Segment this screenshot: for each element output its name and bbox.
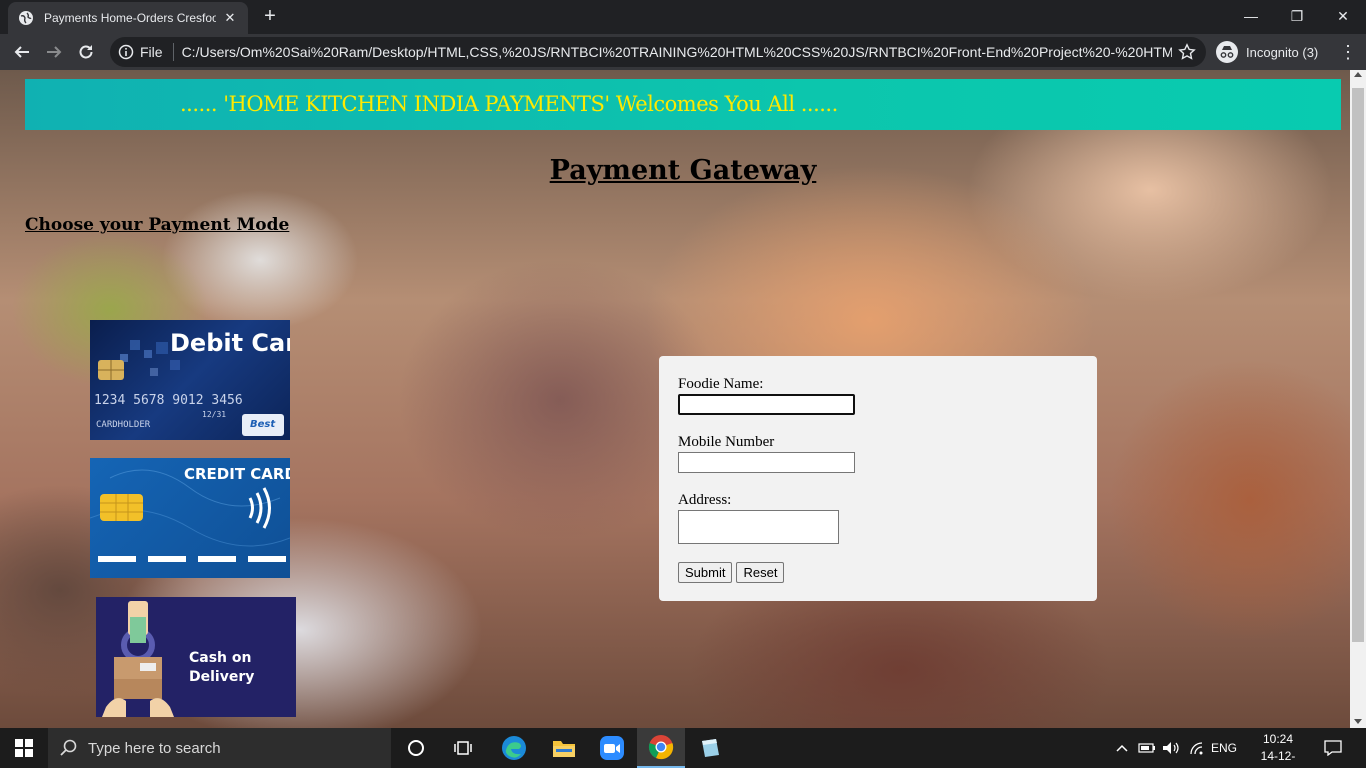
credit-card-title: CREDIT CARD (184, 465, 290, 483)
address-separator (172, 43, 174, 61)
debit-card-holder: CARDHOLDER (96, 420, 151, 430)
browser-tab[interactable]: Payments Home-Orders Cresfood ✕ (8, 2, 248, 34)
zoom-icon (600, 736, 624, 760)
edge-taskbar-button[interactable] (490, 728, 538, 768)
cod-line1: Cash on (189, 650, 251, 666)
incognito-indicator[interactable]: Incognito (3) (1216, 39, 1319, 65)
cash-on-delivery-option[interactable]: Cash on Delivery (96, 597, 296, 717)
forward-arrow-icon (47, 46, 62, 58)
close-window-button[interactable]: ✕ (1320, 0, 1366, 32)
zoom-taskbar-button[interactable] (588, 728, 636, 768)
cortana-circle-icon (408, 740, 424, 756)
battery-icon[interactable] (1136, 728, 1158, 768)
page-title: Payment Gateway (549, 155, 817, 186)
reload-icon (79, 45, 93, 59)
windows-taskbar: Type here to search ENG 10:24 14-12- (0, 728, 1366, 768)
address-textarea[interactable] (678, 510, 839, 544)
debit-card-expiry: 12/31 (202, 410, 226, 419)
tray-overflow-icon[interactable] (1112, 728, 1132, 768)
banner-text: ...... 'HOME KITCHEN INDIA PAYMENTS' Wel… (180, 92, 838, 116)
new-tab-button[interactable]: + (258, 4, 282, 28)
task-view-button[interactable] (440, 728, 488, 768)
tab-title: Payments Home-Orders Cresfood (44, 11, 216, 25)
field-spacer (678, 473, 1078, 492)
volume-icon[interactable] (1160, 728, 1182, 768)
chrome-icon (648, 735, 674, 760)
notebook-app-icon (702, 739, 719, 757)
page-scrollbar[interactable] (1350, 70, 1366, 728)
taskbar-clock[interactable]: 10:24 14-12-2020 (1255, 731, 1301, 768)
taskbar-search[interactable]: Type here to search (48, 728, 391, 768)
browser-tab-strip: Payments Home-Orders Cresfood ✕ + — ❐ ✕ (0, 0, 1366, 34)
credit-card-option[interactable]: CREDIT CARD (90, 458, 290, 578)
debit-card-badge: Best (250, 419, 276, 430)
address-label: Address: (678, 492, 732, 508)
start-button[interactable] (0, 728, 48, 768)
folder-icon (553, 741, 575, 757)
mobile-number-input[interactable] (678, 452, 855, 473)
file-explorer-taskbar-button[interactable] (540, 728, 588, 768)
address-url[interactable]: C:/Users/Om%20Sai%20Ram/Desktop/HTML,CSS… (182, 44, 1172, 60)
scroll-thumb[interactable] (1352, 88, 1364, 642)
clock-time: 10:24 (1262, 732, 1294, 746)
maximize-button[interactable]: ❐ (1274, 0, 1320, 32)
wifi-icon[interactable] (1186, 728, 1208, 768)
app-taskbar-button[interactable] (686, 728, 734, 768)
info-icon[interactable] (118, 44, 134, 60)
windows-logo-icon (15, 739, 33, 757)
search-icon (60, 739, 77, 756)
cortana-button[interactable] (392, 728, 440, 768)
debit-card-image: Debit Card 1234 5678 9012 3456 12/31 CAR… (94, 329, 290, 436)
back-button[interactable] (8, 38, 36, 66)
payment-form: Foodie Name: Mobile Number Address: Subm… (659, 356, 1097, 601)
reset-button[interactable]: Reset (736, 562, 785, 583)
reload-button[interactable] (72, 38, 100, 66)
task-view-icon (454, 741, 472, 755)
tab-close-icon[interactable]: ✕ (222, 10, 238, 26)
forward-button[interactable] (40, 38, 68, 66)
debit-card-number: 1234 5678 9012 3456 (94, 393, 243, 408)
field-spacer (678, 415, 1078, 434)
search-placeholder: Type here to search (88, 739, 221, 757)
globe-icon (19, 11, 33, 25)
address-bar[interactable]: File C:/Users/Om%20Sai%20Ram/Desktop/HTM… (110, 37, 1206, 67)
address-scheme: File (140, 44, 163, 60)
foodie-name-label: Foodie Name: (678, 376, 764, 392)
submit-button[interactable]: Submit (678, 562, 733, 583)
form-buttons: Submit Reset (678, 562, 1078, 583)
bookmark-star-icon[interactable] (1178, 43, 1196, 61)
scroll-down-icon[interactable] (1354, 719, 1362, 724)
chrome-taskbar-button[interactable] (637, 728, 685, 768)
foodie-name-input[interactable] (678, 394, 855, 415)
debit-card-title: Debit Card (170, 329, 290, 357)
notification-button[interactable] (1318, 728, 1348, 768)
incognito-label: Incognito (3) (1246, 44, 1319, 60)
page-viewport: ...... 'HOME KITCHEN INDIA PAYMENTS' Wel… (0, 70, 1350, 728)
scroll-up-icon[interactable] (1354, 72, 1362, 77)
language-indicator[interactable]: ENG (1208, 728, 1240, 768)
minimize-button[interactable]: — (1228, 0, 1274, 32)
debit-card-option[interactable]: Debit Card 1234 5678 9012 3456 12/31 CAR… (90, 320, 290, 440)
incognito-icon (1216, 41, 1238, 63)
cod-line2: Delivery (189, 669, 254, 685)
edge-icon (502, 736, 526, 760)
welcome-banner: ...... 'HOME KITCHEN INDIA PAYMENTS' Wel… (25, 79, 1341, 130)
clock-date: 14-12-2020 (1260, 749, 1296, 768)
cash-on-delivery-image: Cash on Delivery (102, 601, 254, 717)
back-arrow-icon (14, 46, 29, 58)
payment-mode-heading: Choose your Payment Mode (25, 215, 290, 235)
credit-card-image: CREDIT CARD (90, 465, 290, 562)
notification-icon (1324, 740, 1342, 756)
browser-toolbar: File C:/Users/Om%20Sai%20Ram/Desktop/HTM… (0, 34, 1366, 70)
browser-menu-icon[interactable]: ⋮ (1336, 40, 1360, 64)
mobile-number-label: Mobile Number (678, 434, 775, 450)
